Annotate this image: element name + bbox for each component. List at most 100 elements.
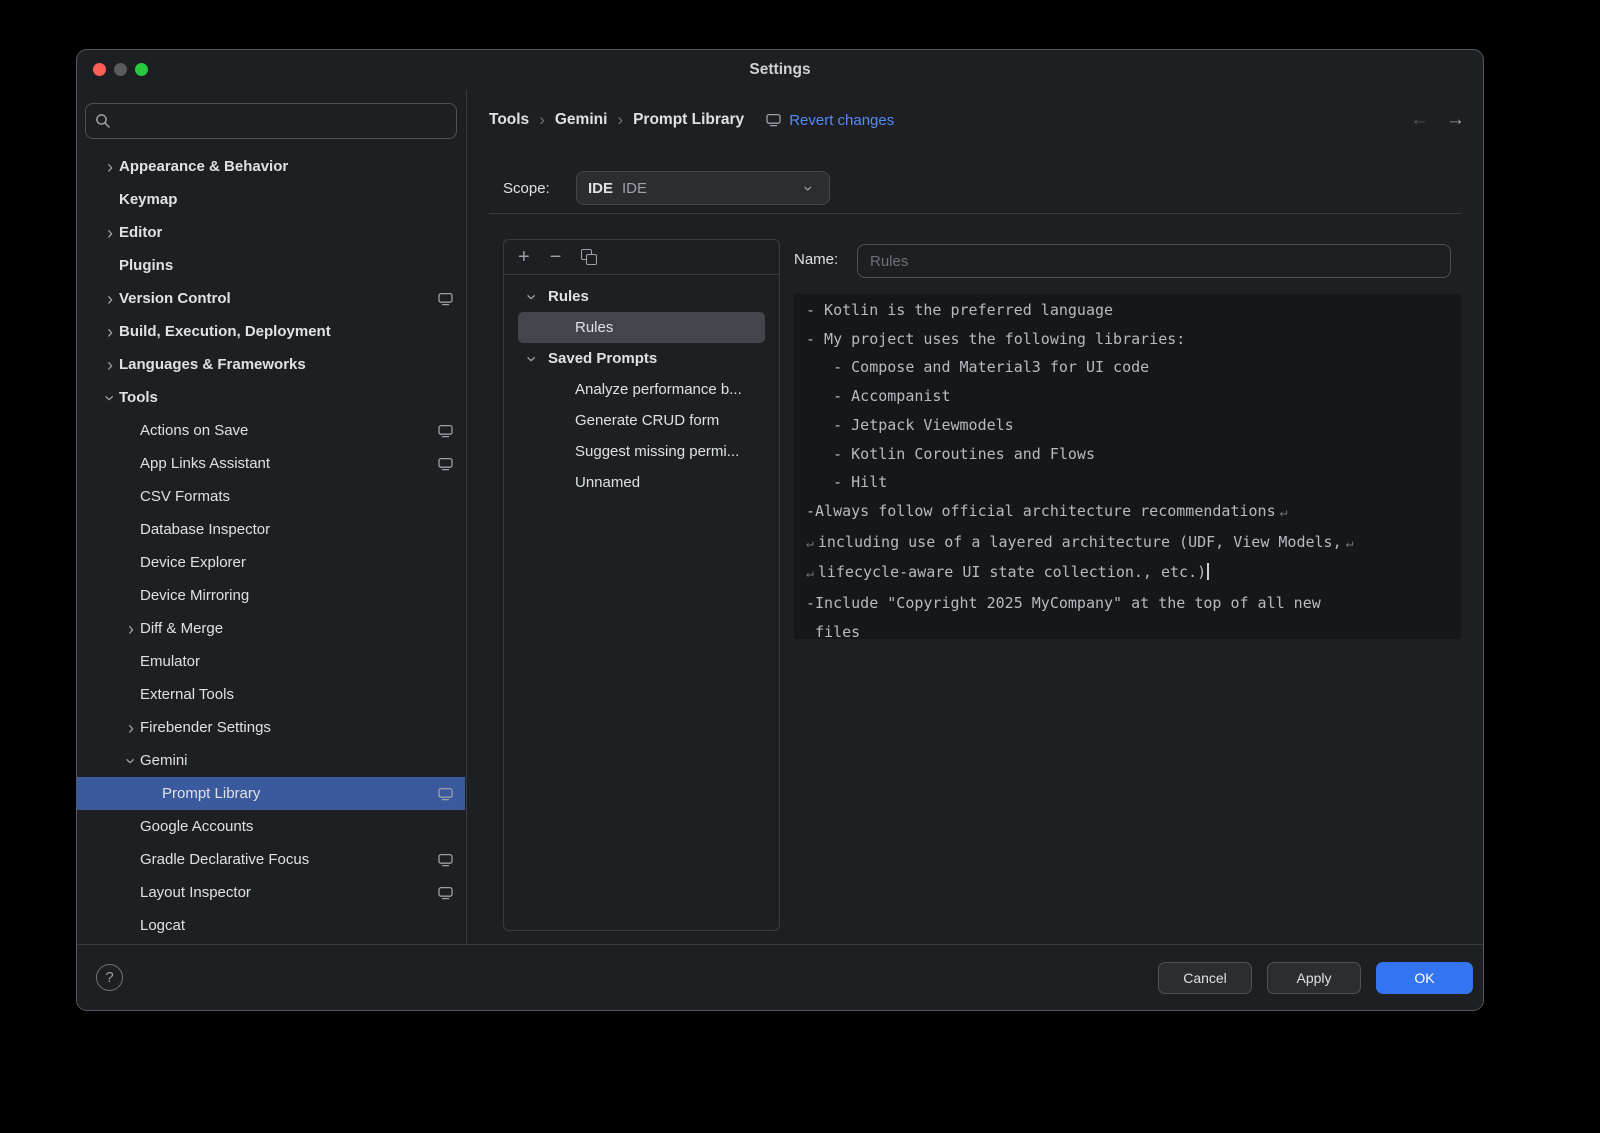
remove-prompt-button[interactable]: − [550,247,562,267]
sidebar-item-label: Tools [119,389,158,406]
prompt-group-saved-prompts[interactable]: ›Saved Prompts [518,343,765,374]
chevron-right-icon[interactable]: › [122,620,140,638]
sidebar-item-label: Logcat [140,917,185,934]
sidebar-item-csv-formats[interactable]: ›CSV Formats [77,480,465,513]
sidebar-item-version-control[interactable]: ›Version Control [77,282,465,315]
sidebar-item-build-execution-deployment[interactable]: ›Build, Execution, Deployment [77,315,465,348]
help-button[interactable]: ? [96,964,123,991]
soft-wrap-icon: ↵ [1280,505,1288,520]
code-line-3: - Compose and Material3 for UI code [806,353,1449,382]
apply-button[interactable]: Apply [1267,962,1361,994]
sidebar-item-appearance-behavior[interactable]: ›Appearance & Behavior [77,150,465,183]
sidebar-item-device-mirroring[interactable]: ›Device Mirroring [77,579,465,612]
chevron-down-icon[interactable]: › [523,288,541,306]
ok-button[interactable]: OK [1376,962,1473,994]
zoom-window-button[interactable] [135,63,148,76]
sidebar-item-layout-inspector[interactable]: ›Layout Inspector [77,876,465,909]
sidebar-item-google-accounts[interactable]: ›Google Accounts [77,810,465,843]
prompt-item-suggest-missing-permi[interactable]: Suggest missing permi... [518,436,765,467]
chevron-right-icon[interactable]: › [101,356,119,374]
breadcrumb-part-gemini[interactable]: Gemini [555,111,608,129]
sidebar-item-label: Layout Inspector [140,884,251,901]
soft-wrap-icon: ↵ [806,536,814,551]
sidebar-item-plugins[interactable]: ›Plugins [77,249,465,282]
revert-changes[interactable]: Revert changes [766,112,894,129]
prompt-item-generate-crud-form[interactable]: Generate CRUD form [518,405,765,436]
close-window-button[interactable] [93,63,106,76]
sidebar-item-languages-frameworks[interactable]: ›Languages & Frameworks [77,348,465,381]
chevron-down-icon[interactable]: › [523,350,541,368]
code-text: - Hilt [806,473,887,491]
search-input[interactable] [118,113,447,130]
code-line-11: -Include "Copyright 2025 MyCompany" at t… [806,589,1449,618]
sidebar-item-editor[interactable]: ›Editor [77,216,465,249]
titlebar[interactable]: Settings [77,50,1483,90]
sidebar-item-label: Prompt Library [162,785,260,802]
sidebar-item-label: External Tools [140,686,234,703]
traffic-lights [93,63,148,76]
chevron-down-icon: › [801,179,818,197]
breadcrumb-part-tools[interactable]: Tools [489,111,529,129]
sidebar-item-label: Google Accounts [140,818,253,835]
code-text: - Kotlin is the preferred language [806,301,1113,319]
prompt-item-unnamed[interactable]: Unnamed [518,467,765,498]
sidebar-item-label: Emulator [140,653,200,670]
ide-scope-icon [438,457,453,471]
code-text: including use of a layered architecture … [818,533,1342,551]
chevron-down-icon[interactable]: › [122,752,140,770]
code-text: - Compose and Material3 for UI code [806,358,1149,376]
chevron-right-icon[interactable]: › [101,158,119,176]
sidebar-item-app-links-assistant[interactable]: ›App Links Assistant [77,447,465,480]
ide-scope-icon [766,113,781,127]
sidebar-item-database-inspector[interactable]: ›Database Inspector [77,513,465,546]
sidebar-item-external-tools[interactable]: ›External Tools [77,678,465,711]
sidebar-item-keymap[interactable]: ›Keymap [77,183,465,216]
chevron-right-icon[interactable]: › [101,290,119,308]
chevron-right-icon[interactable]: › [122,719,140,737]
prompt-name-input[interactable] [857,244,1451,278]
sidebar-item-label: Appearance & Behavior [119,158,288,175]
soft-wrap-icon: ↵ [806,566,814,581]
breadcrumb-part-prompt-library[interactable]: Prompt Library [633,111,744,129]
soft-wrap-icon: ↵ [1346,536,1354,551]
add-prompt-button[interactable]: + [518,247,530,267]
prompt-text-editor[interactable]: - Kotlin is the preferred language- My p… [794,294,1461,639]
sidebar-item-actions-on-save[interactable]: ›Actions on Save [77,414,465,447]
code-line-8: -Always follow official architecture rec… [806,497,1449,528]
breadcrumb: Tools›Gemini›Prompt Library [489,110,744,130]
scope-label: Scope: [503,180,550,197]
minimize-window-button[interactable] [114,63,127,76]
sidebar-item-device-explorer[interactable]: ›Device Explorer [77,546,465,579]
chevron-right-icon[interactable]: › [101,323,119,341]
breadcrumb-row: Tools›Gemini›Prompt Library Revert chang… [489,108,894,132]
sidebar-item-prompt-library[interactable]: ›Prompt Library [77,777,465,810]
sidebar-item-label: Version Control [119,290,231,307]
sidebar-item-emulator[interactable]: ›Emulator [77,645,465,678]
chevron-right-icon[interactable]: › [101,224,119,242]
sidebar-item-gradle-declarative-focus[interactable]: ›Gradle Declarative Focus [77,843,465,876]
code-text: files [806,623,860,639]
sidebar-item-tools[interactable]: ›Tools [77,381,465,414]
copy-prompt-button[interactable] [581,249,597,265]
scope-badge: IDE [588,180,613,197]
prompt-item-analyze-performance-b[interactable]: Analyze performance b... [518,374,765,405]
sidebar-item-firebender-settings[interactable]: ›Firebender Settings [77,711,465,744]
chevron-down-icon[interactable]: › [101,389,119,407]
prompt-group-rules[interactable]: ›Rules [518,281,765,312]
sidebar-item-gemini[interactable]: ›Gemini [77,744,465,777]
back-arrow-icon[interactable]: ← [1410,110,1429,129]
forward-arrow-icon[interactable]: → [1446,110,1465,129]
prompt-list-panel: + − ›RulesRules›Saved PromptsAnalyze per… [503,239,780,931]
sidebar-item-logcat[interactable]: ›Logcat [77,909,465,942]
scope-dropdown[interactable]: IDE IDE › [576,171,830,205]
sidebar-item-diff-merge[interactable]: ›Diff & Merge [77,612,465,645]
revert-changes-link[interactable]: Revert changes [789,112,894,129]
sidebar-item-label: CSV Formats [140,488,230,505]
code-text: - Kotlin Coroutines and Flows [806,445,1095,463]
sidebar-item-label: App Links Assistant [140,455,270,472]
cancel-button[interactable]: Cancel [1158,962,1252,994]
sidebar-item-label: Keymap [119,191,177,208]
prompt-item-rules[interactable]: Rules [518,312,765,343]
settings-search-box[interactable] [85,103,457,139]
ide-scope-icon [438,886,453,900]
